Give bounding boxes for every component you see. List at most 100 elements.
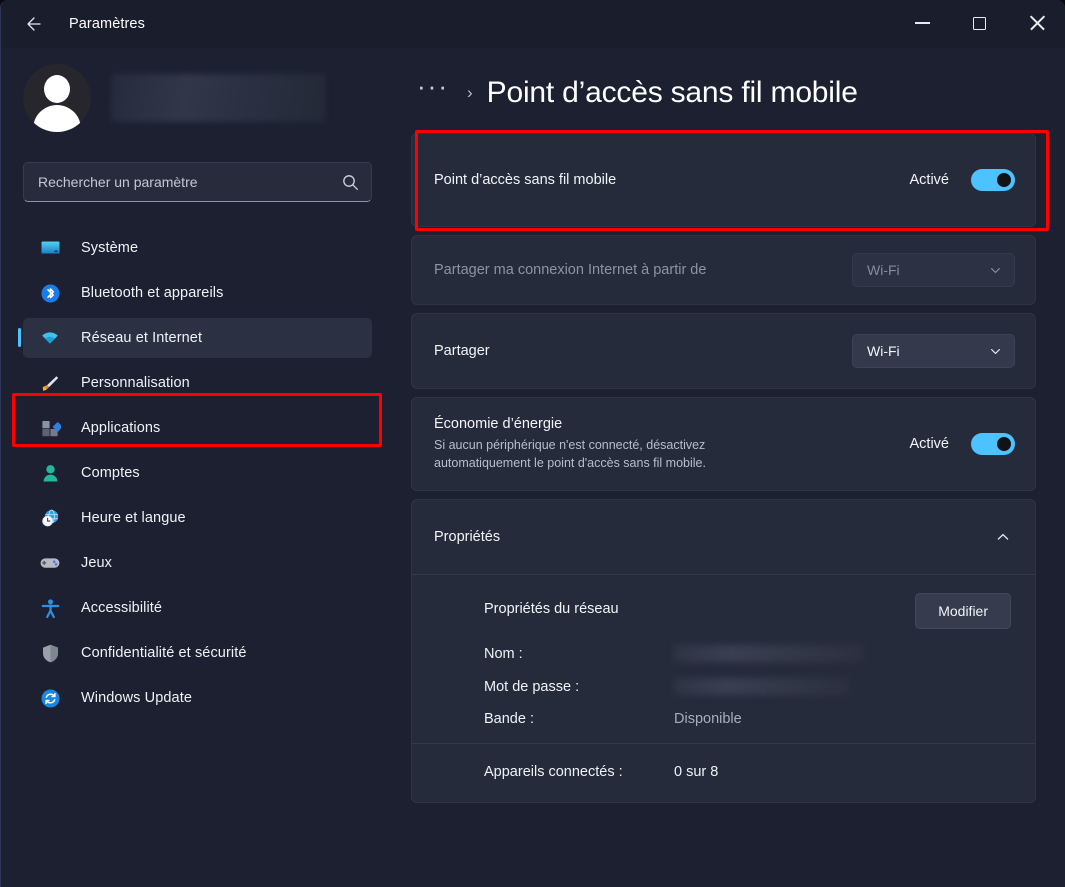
property-row-password: Mot de passe : — [484, 678, 1011, 695]
globe-clock-icon — [39, 507, 61, 529]
sidebar-item-heure-et-langue[interactable]: Heure et langue — [23, 498, 372, 538]
power-saving-card: Économie d’énergie Si aucun périphérique… — [411, 397, 1036, 491]
window-controls — [894, 0, 1065, 46]
bluetooth-icon — [39, 282, 61, 304]
settings-window: Paramètres Rechercher un paramètre Systè… — [0, 0, 1065, 887]
sidebar-item-label: Accessibilité — [81, 600, 163, 616]
share-over-row: Partager Wi-Fi — [412, 314, 1035, 388]
property-key: Bande : — [484, 711, 534, 727]
chevron-right-icon: › — [466, 83, 473, 102]
sidebar-nav: Système Bluetooth et appareils Réseau et… — [1, 228, 401, 718]
sidebar-item-accessibilite[interactable]: Accessibilité — [23, 588, 372, 628]
connected-devices-value: 0 sur 8 — [674, 764, 719, 780]
maximize-button[interactable] — [951, 0, 1008, 46]
back-button[interactable] — [15, 6, 51, 42]
content-pane: ··· › Point d’accès sans fil mobile Poin… — [401, 48, 1065, 887]
accessibility-icon — [39, 597, 61, 619]
toggle-knob — [997, 173, 1011, 187]
sidebar-item-bluetooth-et-appareils[interactable]: Bluetooth et appareils — [23, 273, 372, 313]
sidebar-item-label: Réseau et Internet — [81, 330, 203, 346]
connected-devices-row: Appareils connectés : 0 sur 8 — [412, 743, 1035, 802]
close-button[interactable] — [1008, 0, 1065, 46]
account-name-redacted — [111, 74, 326, 122]
property-value-redacted — [674, 645, 864, 662]
sidebar-item-applications[interactable]: Applications — [23, 408, 372, 448]
close-icon — [1029, 15, 1045, 31]
toggle-knob — [997, 437, 1011, 451]
window-body: Système Bluetooth et appareils — [1, 48, 1065, 887]
network-properties-label: Propriétés du réseau — [484, 601, 619, 617]
monitor-icon — [39, 237, 61, 259]
property-key: Mot de passe : — [484, 678, 580, 695]
share-source-value: Wi-Fi — [867, 262, 900, 278]
sidebar-item-systeme[interactable]: Système — [23, 228, 372, 268]
sidebar-item-personnalisation[interactable]: Personnalisation — [23, 363, 372, 403]
breadcrumb-overflow-button[interactable]: ··· — [411, 69, 455, 103]
sidebar-item-jeux[interactable]: Jeux — [23, 543, 372, 583]
property-row-band: Bande : Disponible — [484, 711, 1011, 727]
gamepad-icon — [39, 552, 61, 574]
sidebar-item-label: Applications — [81, 420, 161, 436]
connected-devices-label: Appareils connectés : — [484, 764, 623, 780]
search-input-wrapper[interactable] — [23, 162, 372, 202]
sidebar-item-label: Comptes — [81, 465, 140, 481]
properties-expander-body: Propriétés du réseau Modifier Nom : Mot … — [412, 574, 1035, 802]
power-saving-toggle-switch[interactable] — [971, 433, 1015, 455]
shield-icon — [39, 642, 61, 664]
sidebar-item-confidentialite-et-securite[interactable]: Confidentialité et sécurité — [23, 633, 372, 673]
share-source-dropdown: Wi-Fi — [852, 253, 1015, 287]
property-row-name: Nom : — [484, 645, 1011, 662]
property-key: Nom : — [484, 645, 523, 662]
sidebar-item-label: Heure et langue — [81, 510, 186, 526]
sidebar-item-label: Système — [81, 240, 139, 256]
property-value: Disponible — [674, 711, 742, 727]
hotspot-toggle-switch[interactable] — [971, 169, 1015, 191]
sidebar-item-label: Personnalisation — [81, 375, 190, 391]
page-title: Point d’accès sans fil mobile — [486, 76, 858, 109]
sidebar-item-label: Bluetooth et appareils — [81, 285, 224, 301]
arrow-left-icon — [27, 17, 41, 31]
share-over-label: Partager — [434, 343, 490, 359]
sidebar-item-reseau-et-internet[interactable]: Réseau et Internet — [18, 318, 372, 358]
sidebar-item-label: Windows Update — [81, 690, 193, 706]
share-over-dropdown[interactable]: Wi-Fi — [852, 334, 1015, 368]
share-source-card: Partager ma connexion Internet à partir … — [411, 235, 1036, 305]
apps-icon — [39, 417, 61, 439]
properties-expander-header[interactable]: Propriétés — [412, 500, 1035, 574]
minimize-button[interactable] — [894, 0, 951, 46]
chevron-down-icon — [991, 348, 1000, 354]
paintbrush-icon — [39, 372, 61, 394]
share-over-value: Wi-Fi — [867, 343, 900, 359]
sidebar-item-windows-update[interactable]: Windows Update — [23, 678, 372, 718]
app-title: Paramètres — [69, 16, 145, 32]
power-saving-title: Économie d’énergie — [434, 415, 563, 432]
property-value-redacted — [674, 678, 849, 695]
hotspot-toggle-row: Point d’accès sans fil mobile Activé — [412, 134, 1035, 226]
sidebar-item-comptes[interactable]: Comptes — [23, 453, 372, 493]
hotspot-toggle-label: Point d’accès sans fil mobile — [434, 172, 617, 188]
minimize-icon — [915, 22, 930, 24]
chevron-down-icon — [991, 267, 1000, 273]
search-input[interactable] — [38, 174, 342, 190]
account-profile[interactable] — [23, 64, 401, 132]
maximize-icon — [973, 16, 986, 30]
search-icon — [343, 174, 358, 190]
properties-card: Propriétés Propriétés du réseau Modifier — [411, 499, 1036, 803]
hotspot-toggle-state: Activé — [909, 172, 950, 188]
title-bar: Paramètres — [1, 0, 1065, 48]
update-refresh-icon — [39, 687, 61, 709]
properties-label: Propriétés — [434, 529, 501, 545]
share-source-label: Partager ma connexion Internet à partir … — [434, 262, 707, 278]
sidebar-item-label: Jeux — [81, 555, 113, 571]
person-icon — [39, 462, 61, 484]
network-properties-block: Propriétés du réseau Modifier Nom : Mot … — [412, 575, 1035, 743]
breadcrumb: ··· › Point d’accès sans fil mobile — [411, 73, 1065, 110]
power-saving-row: Économie d’énergie Si aucun périphérique… — [412, 398, 1035, 490]
power-saving-state: Activé — [909, 436, 950, 452]
edit-button[interactable]: Modifier — [915, 593, 1011, 629]
power-saving-description: Si aucun périphérique n'est connecté, dé… — [434, 437, 706, 470]
sidebar: Système Bluetooth et appareils — [1, 48, 401, 887]
wifi-icon — [39, 327, 61, 349]
settings-cards: Point d’accès sans fil mobile Activé Par… — [411, 130, 1049, 803]
avatar — [23, 64, 91, 132]
